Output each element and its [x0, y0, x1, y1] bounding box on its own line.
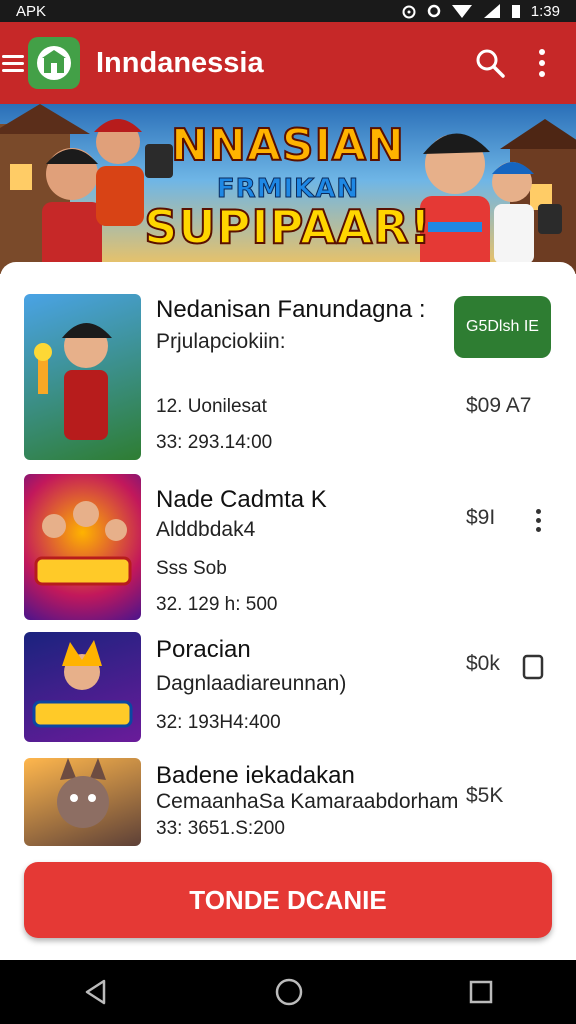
- wifi-icon: [451, 5, 472, 18]
- item-subtitle: Alddbdak4: [156, 518, 256, 541]
- item-more-icon[interactable]: [536, 509, 541, 532]
- status-icons: 1:39: [401, 3, 560, 20]
- item-price: $5K: [466, 784, 504, 807]
- bookmark-icon[interactable]: [522, 654, 544, 680]
- item-meta: 33: 293.14:00: [156, 432, 273, 453]
- status-time: 1:39: [530, 2, 560, 20]
- item-title: Poracian: [156, 636, 251, 663]
- promo-banner[interactable]: NNASIAN FRMIKAN SUPIPAAR!: [0, 104, 576, 274]
- signal-icon: [483, 4, 500, 18]
- home-icon[interactable]: [274, 977, 304, 1007]
- item-title: Nade Cadmta K: [156, 486, 327, 513]
- item-title: Badene iekadakan: [156, 762, 355, 789]
- shop-icon: [37, 46, 71, 80]
- item-meta: 12. Uonilesat: [156, 396, 267, 417]
- app-title: Inndanessia: [96, 46, 264, 79]
- item-subtitle: CemaanhaSa Kamaraabdorham: [156, 790, 459, 813]
- recents-icon[interactable]: [468, 979, 494, 1005]
- navigation-bar: [0, 960, 576, 1024]
- banner-title-line3: SUPIPAAR!: [143, 199, 432, 255]
- item-meta: 33: 3651.S:200: [156, 818, 285, 839]
- list-item[interactable]: Nedanisan Fanundagna : Prjulapciokiin: 1…: [0, 262, 576, 468]
- circle-icon: [427, 4, 441, 18]
- item-subtitle: Prjulapciokiin:: [156, 330, 286, 353]
- game-thumbnail: [24, 632, 141, 742]
- item-meta: Sss Sob: [156, 558, 227, 579]
- list-item[interactable]: Poracian Dagnlaadiareunnan) 32: 193H4:40…: [0, 620, 576, 752]
- app-list: Nedanisan Fanundagna : Prjulapciokiin: 1…: [0, 262, 576, 846]
- item-price: $09 A7: [466, 394, 532, 417]
- status-bar: APK 1:39: [0, 0, 576, 22]
- list-item[interactable]: Nade Cadmta K Alddbdak4 Sss Sob 32. 129 …: [0, 468, 576, 620]
- list-item[interactable]: Badene iekadakan CemaanhaSa Kamaraabdorh…: [0, 752, 576, 846]
- search-icon[interactable]: [470, 43, 510, 83]
- back-icon[interactable]: [82, 978, 110, 1006]
- battery-icon: [511, 5, 520, 18]
- item-title: Nedanisan Fanundagna :: [156, 296, 426, 323]
- game-thumbnail: [24, 294, 141, 460]
- item-subtitle: Dagnlaadiareunnan): [156, 672, 347, 695]
- cta-button[interactable]: TONDE DCANIE: [24, 862, 552, 938]
- menu-icon[interactable]: [2, 54, 24, 72]
- item-price: $9I: [466, 506, 496, 529]
- alarm-icon: [402, 5, 416, 19]
- game-thumbnail: [24, 758, 141, 846]
- more-vert-icon[interactable]: [532, 43, 552, 83]
- item-meta: 32: 193H4:400: [156, 712, 281, 733]
- app-bar: Inndanessia: [0, 22, 576, 104]
- item-meta: 32. 129 h: 500: [156, 594, 278, 615]
- banner-title-line1: NNASIAN: [170, 119, 405, 172]
- app-logo: [28, 37, 80, 89]
- item-price: $0k: [466, 652, 500, 675]
- status-app-label: APK: [16, 2, 47, 20]
- get-button[interactable]: G5Dlsh IE: [454, 296, 551, 358]
- game-thumbnail: [24, 474, 141, 620]
